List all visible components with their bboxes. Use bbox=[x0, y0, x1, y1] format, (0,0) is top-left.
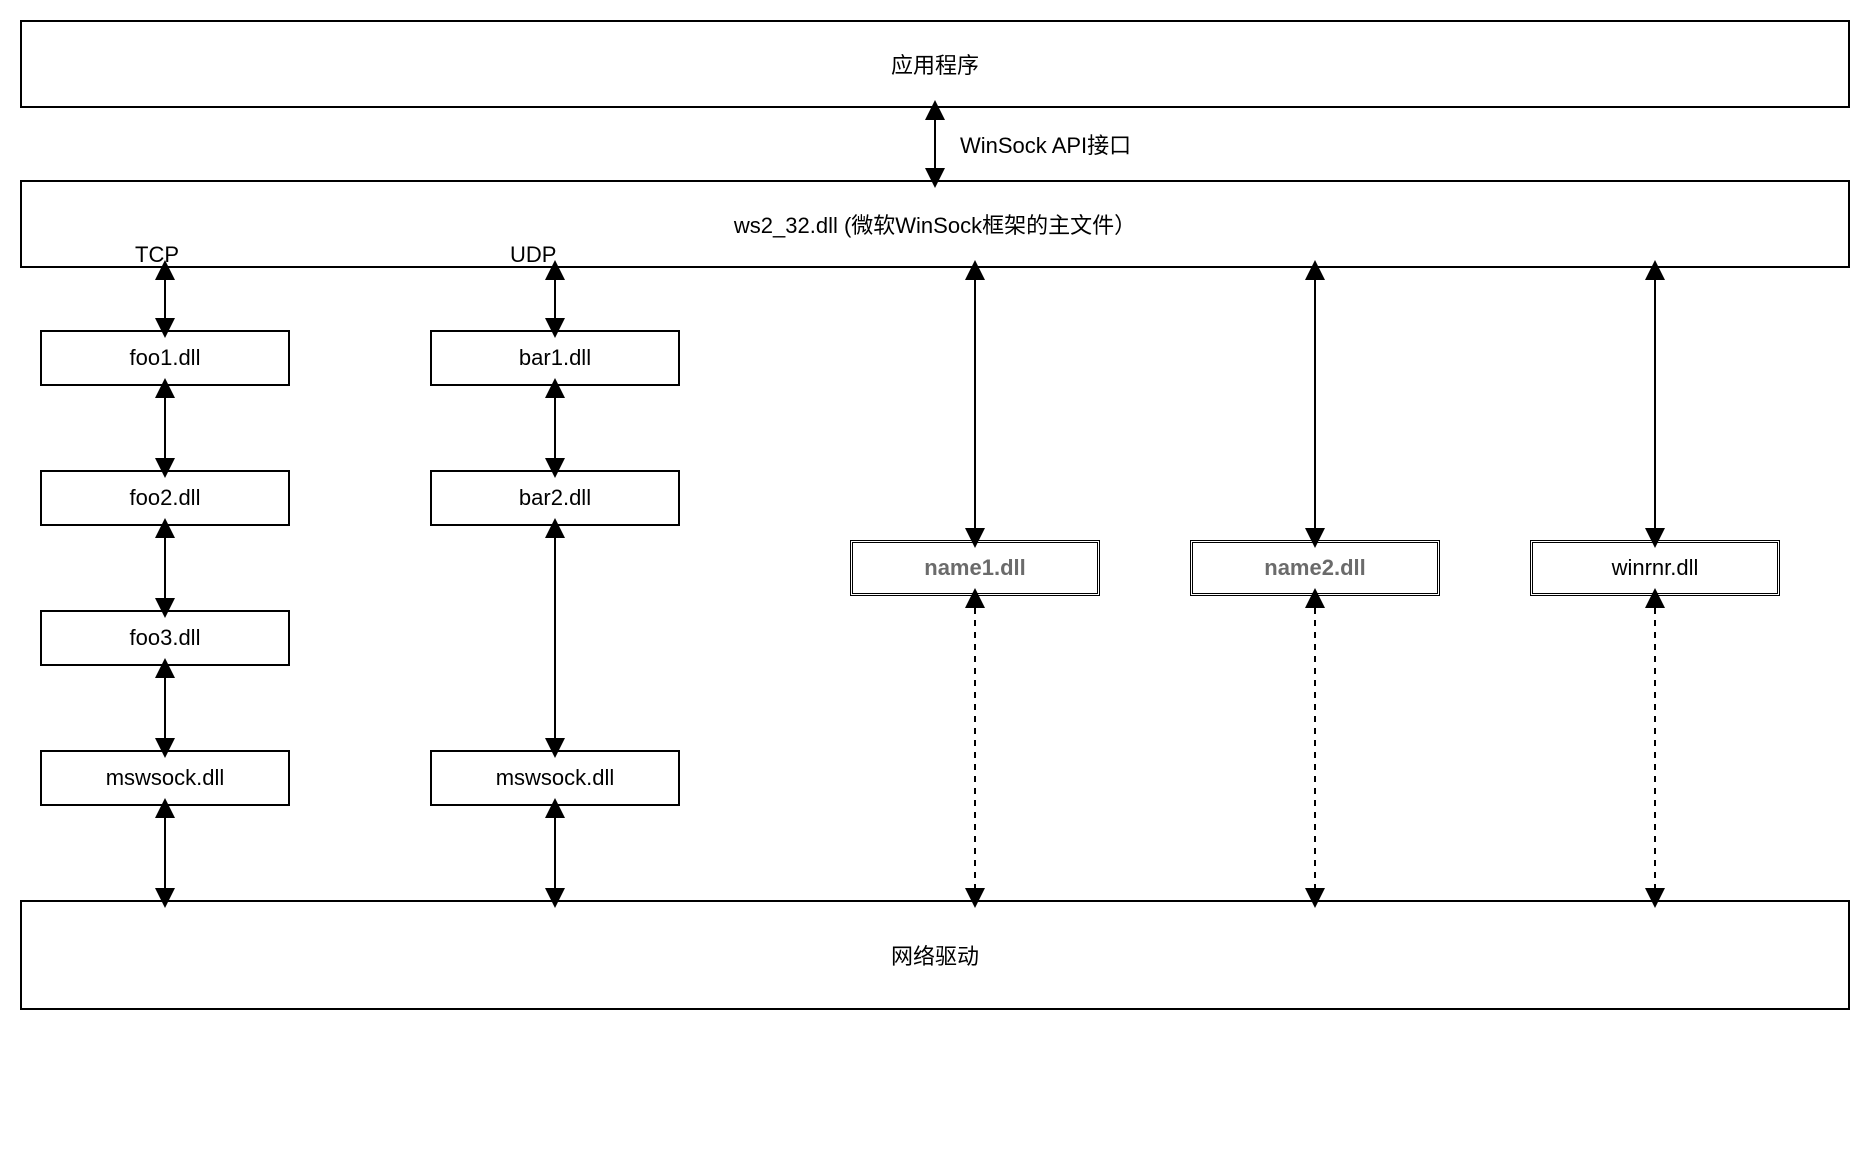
tcp-label: TCP bbox=[135, 242, 179, 268]
box-foo2: foo2.dll bbox=[40, 470, 290, 526]
box-mswsock-udp: mswsock.dll bbox=[430, 750, 680, 806]
udp-label: UDP bbox=[510, 242, 556, 268]
box-foo3-label: foo3.dll bbox=[130, 625, 201, 651]
box-network-driver-label: 网络驱动 bbox=[891, 939, 979, 971]
box-ws2-32: ws2_32.dll (微软WinSock框架的主文件） bbox=[20, 180, 1850, 268]
box-ws2-32-label: ws2_32.dll (微软WinSock框架的主文件） bbox=[734, 208, 1136, 240]
box-bar2: bar2.dll bbox=[430, 470, 680, 526]
box-name2: name2.dll bbox=[1190, 540, 1440, 596]
box-winrnr: winrnr.dll bbox=[1530, 540, 1780, 596]
box-foo1: foo1.dll bbox=[40, 330, 290, 386]
connector-api-label: WinSock API接口 bbox=[960, 128, 1131, 160]
box-application-label: 应用程序 bbox=[891, 48, 979, 80]
box-foo3: foo3.dll bbox=[40, 610, 290, 666]
box-name2-label: name2.dll bbox=[1264, 555, 1365, 581]
box-mswsock-tcp-label: mswsock.dll bbox=[106, 765, 225, 791]
box-bar1: bar1.dll bbox=[430, 330, 680, 386]
box-bar1-label: bar1.dll bbox=[519, 345, 591, 371]
box-winrnr-label: winrnr.dll bbox=[1612, 555, 1699, 581]
box-mswsock-tcp: mswsock.dll bbox=[40, 750, 290, 806]
box-name1-label: name1.dll bbox=[924, 555, 1025, 581]
box-mswsock-udp-label: mswsock.dll bbox=[496, 765, 615, 791]
box-foo2-label: foo2.dll bbox=[130, 485, 201, 511]
box-name1: name1.dll bbox=[850, 540, 1100, 596]
box-network-driver: 网络驱动 bbox=[20, 900, 1850, 1010]
diagram-canvas: 应用程序 WinSock API接口 ws2_32.dll (微软WinSock… bbox=[0, 0, 1870, 1152]
box-foo1-label: foo1.dll bbox=[130, 345, 201, 371]
box-application: 应用程序 bbox=[20, 20, 1850, 108]
box-bar2-label: bar2.dll bbox=[519, 485, 591, 511]
